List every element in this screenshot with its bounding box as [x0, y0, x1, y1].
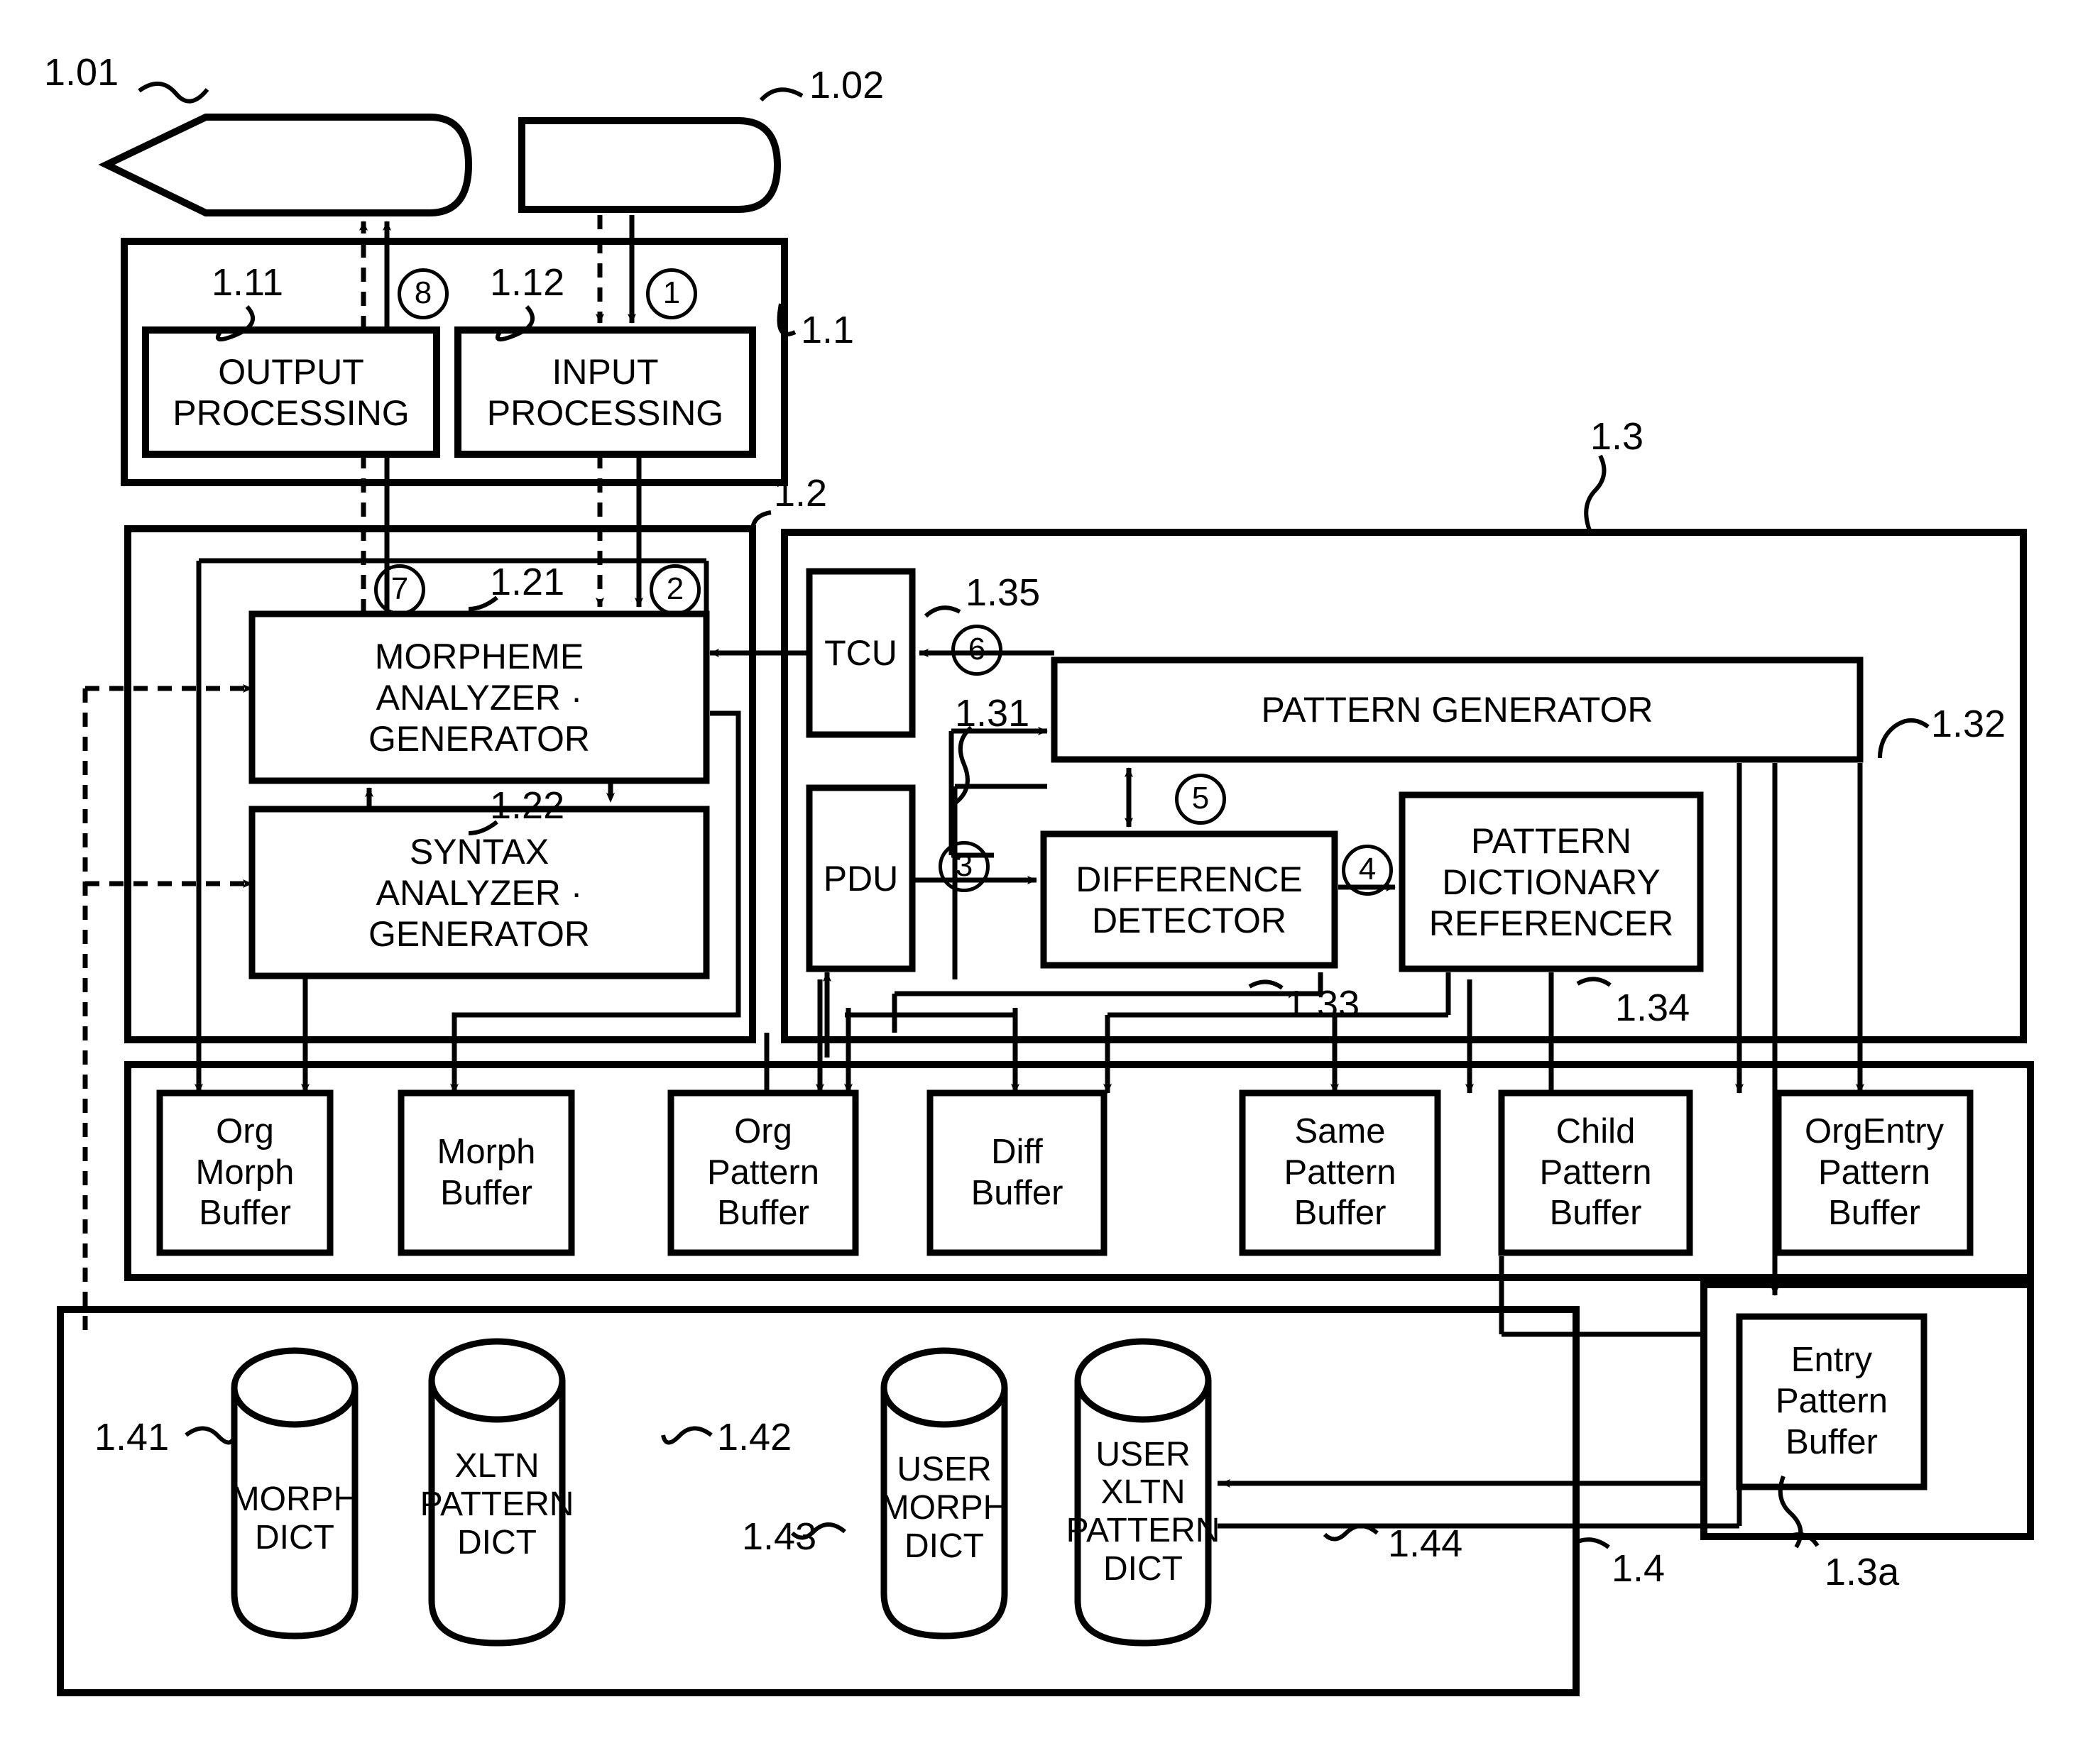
org-pattern-buffer-label: Org Pattern Buffer: [707, 1111, 819, 1233]
diff-buffer[interactable]: Diff Buffer: [930, 1093, 1104, 1253]
morpheme-analyzer-generator-block[interactable]: MORPHEME ANALYZER · GENERATOR: [252, 614, 706, 781]
org-morph-buffer-label: Org Morph Buffer: [195, 1111, 295, 1233]
child-pattern-buffer[interactable]: Child Pattern Buffer: [1502, 1093, 1690, 1253]
pdu-label: PDU: [823, 858, 899, 899]
ref-1-33: 1.33: [1285, 983, 1360, 1026]
ref-1-34: 1.34: [1615, 987, 1690, 1029]
pattern-generator-block[interactable]: PATTERN GENERATOR: [1054, 660, 1860, 759]
morph-buffer-label: Morph Buffer: [437, 1132, 536, 1212]
morph-buffer[interactable]: Morph Buffer: [401, 1093, 572, 1253]
orgentry-pattern-buffer-label: OrgEntry Pattern Buffer: [1804, 1111, 1945, 1233]
step-marker-3: 3: [939, 841, 990, 892]
tcu-label: TCU: [824, 633, 897, 673]
child-pattern-buffer-label: Child Pattern Buffer: [1539, 1111, 1652, 1233]
input-processing-block[interactable]: INPUT PROCESSING: [458, 330, 753, 454]
same-pattern-buffer[interactable]: Same Pattern Buffer: [1242, 1093, 1438, 1253]
ref-1-42: 1.42: [717, 1416, 792, 1459]
step-marker-6: 6: [951, 625, 1002, 676]
user-xltn-pattern-dict-cylinder[interactable]: USER XLTN PATTERN DICT: [1066, 1409, 1220, 1615]
input-processing-label: INPUT PROCESSING: [486, 351, 724, 433]
morpheme-analyzer-generator-label: MORPHEME ANALYZER · GENERATOR: [368, 636, 591, 759]
pattern-dictionary-referencer-label: PATTERN DICTIONARY REFERENCER: [1428, 820, 1674, 943]
ref-1-01: 1.01: [44, 51, 119, 94]
difference-detector-label: DIFFERENCE DETECTOR: [1076, 859, 1303, 940]
syntax-analyzer-generator-label: SYNTAX ANALYZER · GENERATOR: [368, 831, 591, 954]
ref-1-44: 1.44: [1388, 1522, 1463, 1565]
difference-detector-block[interactable]: DIFFERENCE DETECTOR: [1044, 834, 1335, 965]
ref-1-31: 1.31: [955, 692, 1030, 735]
output-processing-block[interactable]: OUTPUT PROCESSING: [146, 330, 437, 454]
ref-1-2: 1.2: [774, 472, 828, 515]
ref-1-3a: 1.3a: [1825, 1551, 1900, 1593]
entry-pattern-buffer[interactable]: Entry Pattern Buffer: [1739, 1317, 1924, 1487]
diff-buffer-label: Diff Buffer: [970, 1132, 1063, 1212]
ref-1-1: 1.1: [801, 309, 855, 351]
org-pattern-buffer[interactable]: Org Pattern Buffer: [671, 1093, 855, 1253]
user-morph-dict-label: USER MORPH DICT: [880, 1451, 1008, 1565]
ref-1-11: 1.11: [212, 261, 284, 304]
tcu-block[interactable]: TCU: [809, 571, 912, 735]
ref-1-3: 1.3: [1590, 415, 1644, 458]
user-morph-dict-cylinder[interactable]: USER MORPH DICT: [880, 1427, 1008, 1590]
xltn-pattern-dict-label: XLTN PATTERN DICT: [420, 1447, 574, 1561]
ref-1-21: 1.21: [490, 561, 565, 603]
pattern-generator-label: PATTERN GENERATOR: [1261, 690, 1653, 730]
step-marker-7: 7: [374, 564, 425, 615]
morph-dict-cylinder[interactable]: MORPH DICT: [231, 1455, 359, 1583]
step-marker-4: 4: [1342, 845, 1393, 896]
ref-1-12: 1.12: [490, 261, 565, 304]
step-marker-2: 2: [650, 564, 701, 615]
step-marker-5: 5: [1175, 774, 1226, 825]
orgentry-pattern-buffer[interactable]: OrgEntry Pattern Buffer: [1778, 1093, 1970, 1253]
ref-1-43: 1.43: [742, 1515, 817, 1558]
figure-canvas: 1.01 1.02 1.1 1.11 1.12 1.2 1.21 1.22 1.…: [0, 0, 2100, 1763]
ref-1-02: 1.02: [809, 64, 885, 106]
ref-1-4: 1.4: [1612, 1547, 1666, 1590]
org-morph-buffer[interactable]: Org Morph Buffer: [160, 1093, 330, 1253]
ref-1-41: 1.41: [94, 1416, 170, 1459]
user-xltn-pattern-dict-label: USER XLTN PATTERN DICT: [1066, 1435, 1220, 1588]
step-marker-8: 8: [398, 268, 449, 319]
syntax-analyzer-generator-block[interactable]: SYNTAX ANALYZER · GENERATOR: [252, 809, 706, 976]
pattern-dictionary-referencer-block[interactable]: PATTERN DICTIONARY REFERENCER: [1402, 795, 1700, 969]
xltn-pattern-dict-cylinder[interactable]: XLTN PATTERN DICT: [420, 1416, 574, 1593]
step-marker-1: 1: [646, 268, 697, 319]
same-pattern-buffer-label: Same Pattern Buffer: [1284, 1111, 1396, 1233]
ref-1-32: 1.32: [1931, 703, 2006, 745]
entry-pattern-buffer-label: Entry Pattern Buffer: [1776, 1341, 1888, 1461]
ref-1-35: 1.35: [966, 571, 1041, 614]
output-processing-label: OUTPUT PROCESSING: [173, 351, 410, 433]
morph-dict-label: MORPH DICT: [231, 1481, 359, 1556]
pdu-block[interactable]: PDU: [809, 788, 912, 969]
